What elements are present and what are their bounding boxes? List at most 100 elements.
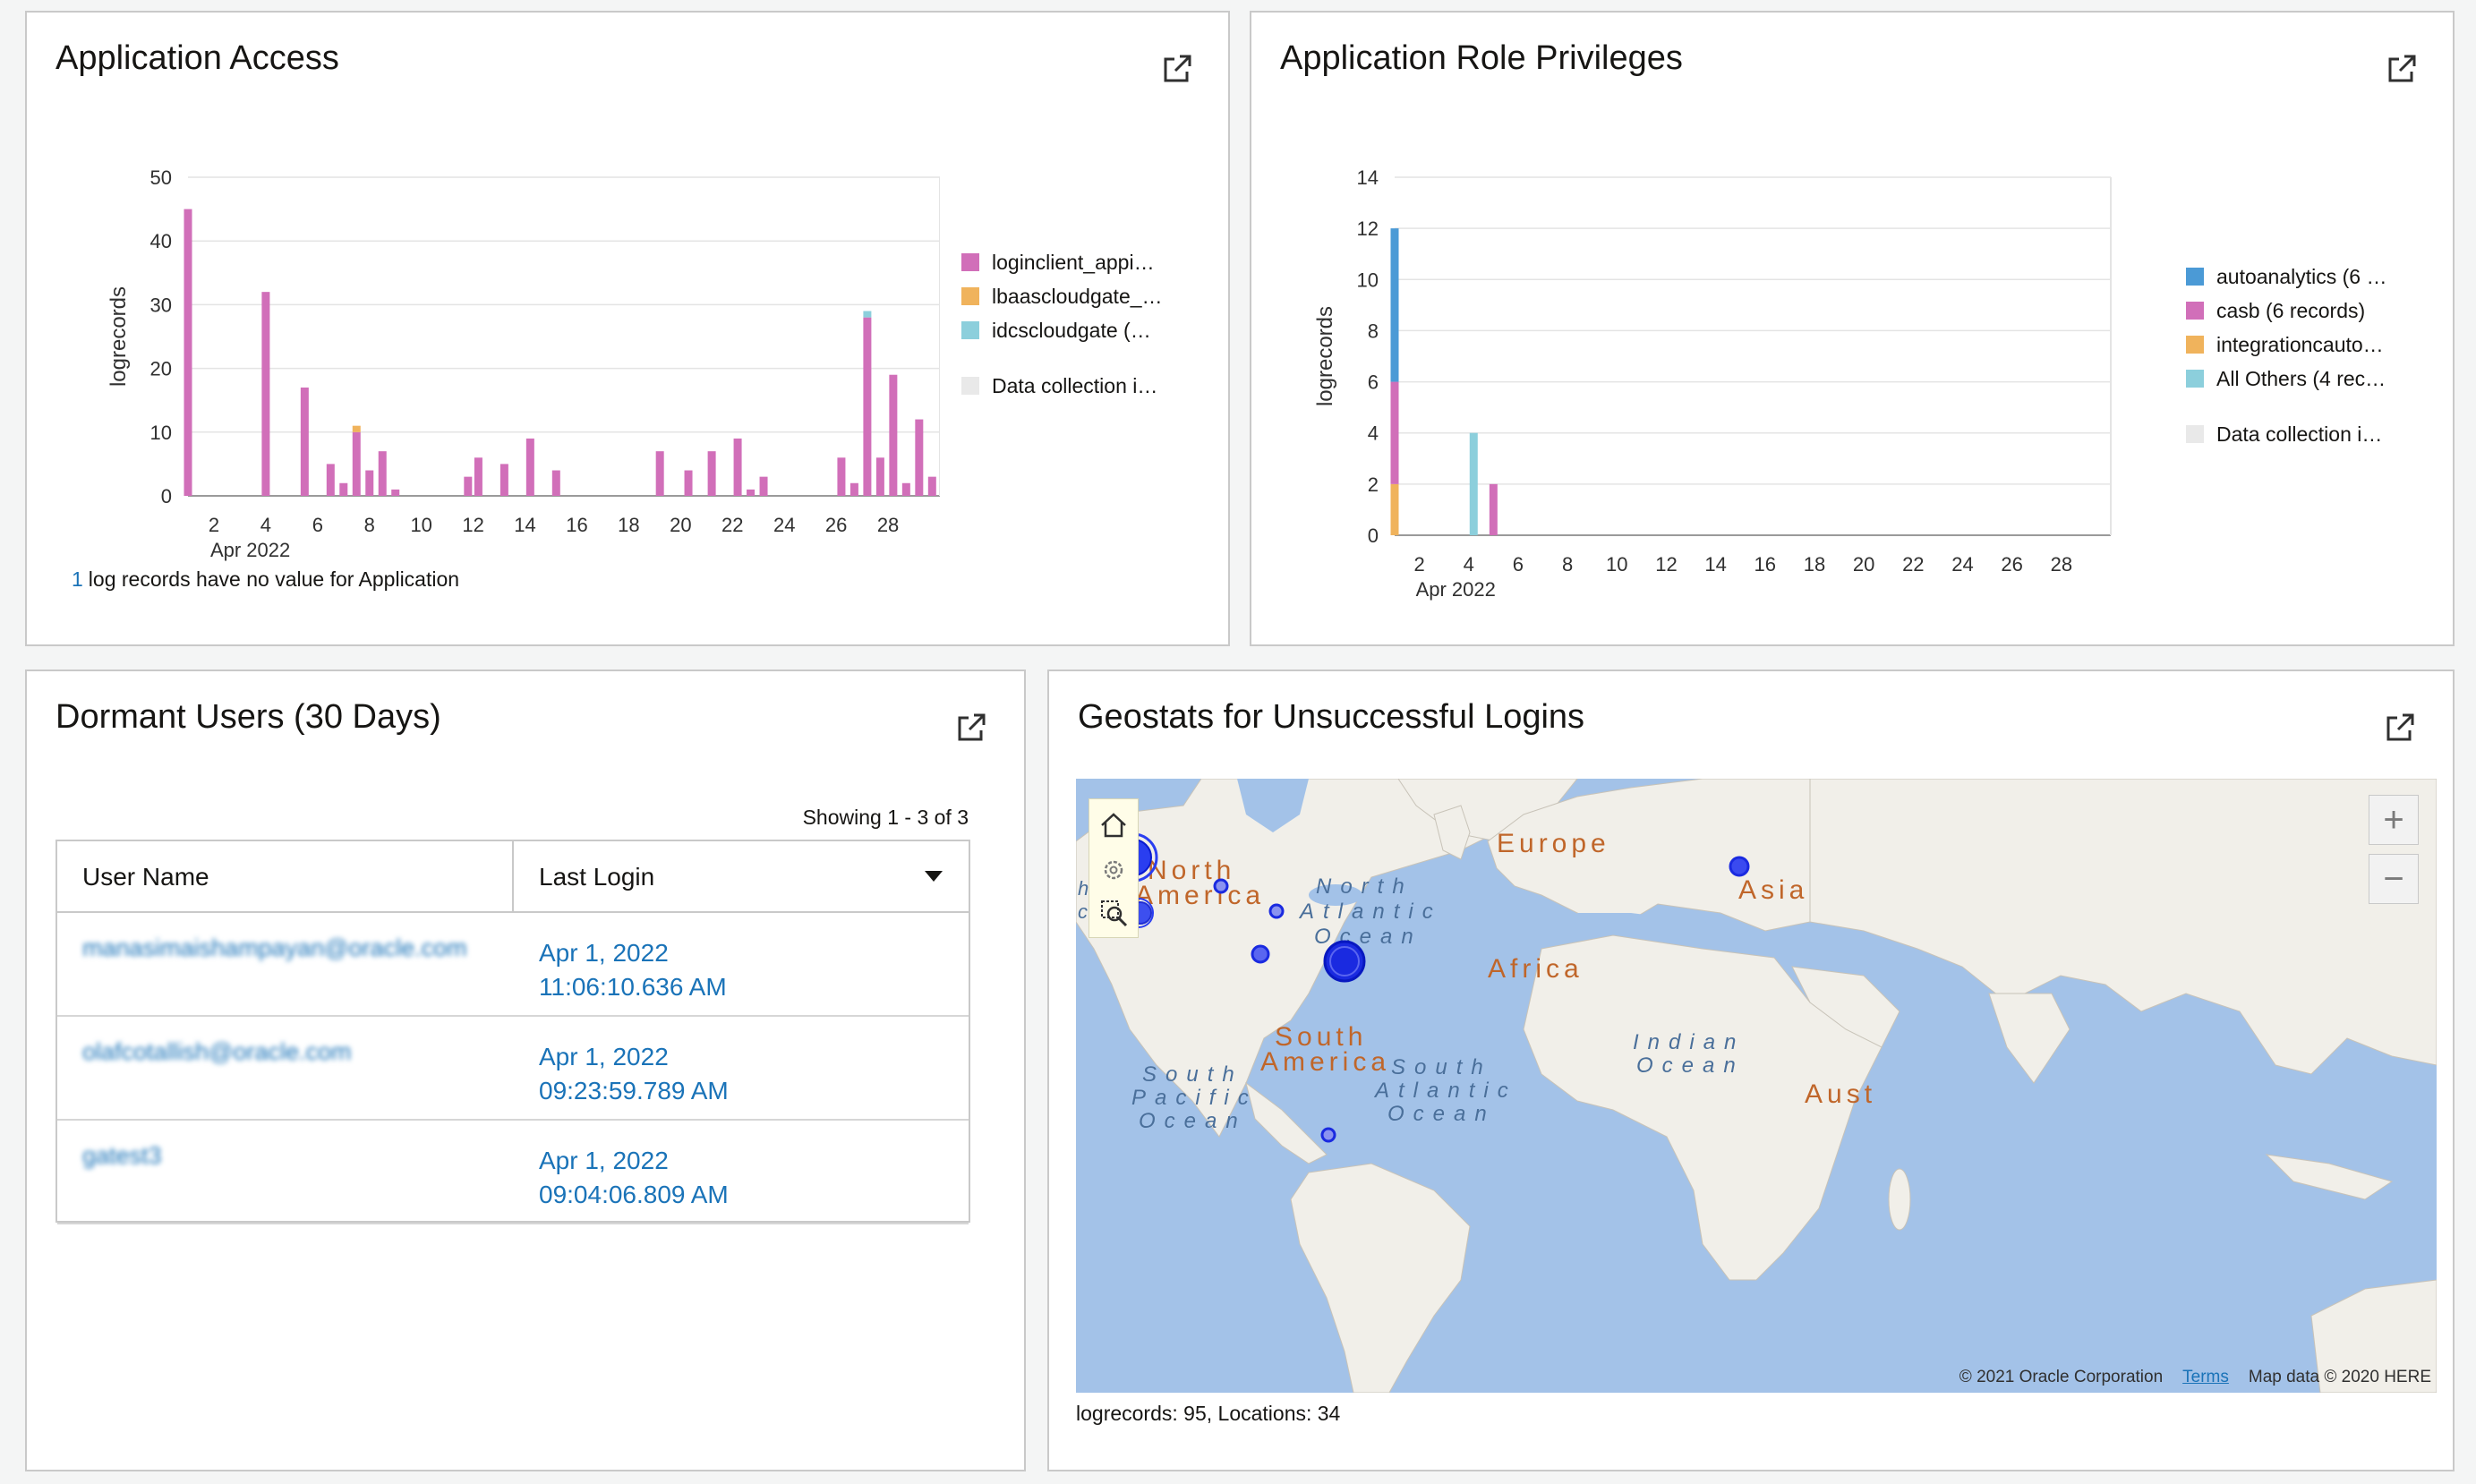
label-south-america: America: [1260, 1047, 1390, 1077]
bar: [837, 457, 846, 496]
y-tick-label: 20: [150, 358, 172, 380]
x-tick-label: 24: [1951, 553, 1973, 576]
open-external-icon[interactable]: [2383, 711, 2417, 745]
x-axis-sublabel: Apr 2022: [210, 539, 290, 561]
map-credits: © 2021 Oracle Corporation Terms Map data ©…: [1959, 1368, 2431, 1387]
legend-label: idcscloudgate (…: [992, 318, 1151, 342]
map-data-credit: Map data © 2020 HERE: [2248, 1368, 2431, 1386]
results-count: Showing 1 - 3 of 3: [802, 806, 969, 829]
label-australia: Aust: [1805, 1079, 1876, 1109]
legend-item[interactable]: All Others (4 rec…: [2186, 362, 2386, 396]
world-map[interactable]: North America Europe Asia Africa South A…: [1076, 779, 2437, 1393]
user-name-link[interactable]: gatest3: [82, 1142, 162, 1170]
bar: [326, 464, 335, 496]
location-marker[interactable]: [1213, 878, 1229, 894]
label-south-atlantic-3: Ocean: [1387, 1102, 1496, 1126]
label-north-atlantic-1: North: [1316, 874, 1413, 899]
login-date: Apr 1, 2022: [539, 939, 669, 967]
bar: [474, 457, 482, 496]
x-tick-label: 28: [877, 514, 899, 536]
x-tick-label: 8: [1562, 553, 1573, 576]
legend-item[interactable]: autoanalytics (6 …: [2186, 260, 2386, 294]
legend-label: autoanalytics (6 …: [2216, 264, 2387, 288]
open-external-icon[interactable]: [1160, 52, 1194, 86]
legend-item[interactable]: casb (6 records): [2186, 294, 2386, 328]
application-access-panel: Application Access 0 10 20 30 40 50 2 4 6 8 10 12 14…: [25, 11, 1230, 646]
bar: [300, 387, 309, 496]
y-axis-label: logrecords: [1313, 306, 1337, 406]
legend-swatch: [2186, 370, 2204, 388]
label-africa: Africa: [1488, 954, 1584, 984]
terms-link[interactable]: Terms: [2182, 1368, 2229, 1386]
x-tick-label: 24: [773, 514, 795, 536]
chart-legend: loginclient_appi… lbaascloudgate_… idcsc…: [961, 245, 1163, 403]
bar: [655, 451, 664, 496]
legend-label: casb (6 records): [2216, 298, 2366, 322]
panel-title: Application Role Privileges: [1280, 39, 1683, 77]
sort-descending-icon[interactable]: [922, 865, 945, 888]
y-tick-label: 12: [1357, 217, 1379, 240]
label-north-atlantic-2: Atlantic: [1298, 900, 1442, 924]
open-external-icon[interactable]: [2385, 52, 2419, 86]
label-south-atlantic-2: Atlantic: [1373, 1079, 1517, 1103]
location-marker[interactable]: [1320, 1127, 1336, 1143]
legend-item[interactable]: idcscloudgate (…: [961, 313, 1163, 347]
legend-item[interactable]: Data collection i…: [961, 369, 1163, 403]
panel-title: Dormant Users (30 Days): [55, 698, 441, 736]
user-name-link[interactable]: manasimaishampayan@oracle.com: [82, 934, 467, 962]
column-header-user-name[interactable]: User Name: [82, 863, 209, 891]
bar: [184, 209, 192, 496]
zoom-out-button[interactable]: −: [2369, 854, 2419, 904]
landmass-madagascar: [1888, 1168, 1911, 1231]
y-tick-label: 8: [1368, 320, 1379, 342]
legend-swatch: [2186, 268, 2204, 286]
column-header-last-login[interactable]: Last Login: [539, 863, 654, 891]
x-tick-label: 16: [566, 514, 587, 536]
login-date: Apr 1, 2022: [539, 1043, 669, 1070]
legend-item[interactable]: Data collection i…: [2186, 417, 2386, 451]
location-marker[interactable]: [1729, 856, 1750, 877]
location-marker[interactable]: [1251, 944, 1270, 964]
bar: [889, 374, 898, 496]
open-external-icon[interactable]: [954, 711, 988, 745]
home-icon[interactable]: [1098, 810, 1129, 840]
label-south-atlantic-1: South: [1391, 1055, 1492, 1079]
legend-label: lbaascloudgate_…: [992, 284, 1163, 308]
legend-swatch: [961, 253, 979, 271]
missing-count-link[interactable]: 1: [72, 567, 83, 591]
legend-item[interactable]: integrationcauto…: [2186, 328, 2386, 362]
legend-item[interactable]: loginclient_appi…: [961, 245, 1163, 279]
x-tick-label: 18: [618, 514, 639, 536]
legend-item[interactable]: lbaascloudgate_…: [961, 279, 1163, 313]
bar: [747, 489, 756, 496]
label-south-pacific-3: Ocean: [1139, 1109, 1247, 1133]
bar: [464, 476, 473, 496]
last-login-cell[interactable]: Apr 1, 2022 11:06:10.636 AM: [539, 936, 727, 1004]
x-tick-label: 20: [1853, 553, 1874, 576]
y-tick-label: 40: [150, 230, 172, 252]
login-time: 09:04:06.809 AM: [539, 1181, 729, 1208]
bar: [759, 476, 768, 496]
bar: [1469, 432, 1478, 535]
label-asia: Asia: [1738, 875, 1808, 905]
legend-swatch: [961, 287, 979, 305]
login-time: 09:23:59.789 AM: [539, 1077, 729, 1104]
x-tick-label: 6: [312, 514, 323, 536]
last-login-cell[interactable]: Apr 1, 2022 09:04:06.809 AM: [539, 1144, 729, 1212]
legend-swatch: [2186, 425, 2204, 443]
application-role-privileges-panel: Application Role Privileges 0 2 4 6 8 10 12 14 2…: [1250, 11, 2455, 646]
legend-label: loginclient_appi…: [992, 250, 1155, 274]
map-canvas[interactable]: North America Europe Asia Africa South A…: [1076, 779, 2437, 1393]
login-date: Apr 1, 2022: [539, 1147, 669, 1174]
settings-icon[interactable]: [1100, 857, 1127, 883]
location-marker[interactable]: [1268, 903, 1285, 919]
bar: [1390, 228, 1399, 382]
map-toolbar: [1089, 798, 1139, 938]
zoom-select-icon[interactable]: [1098, 898, 1129, 928]
user-name-link[interactable]: olafcotallish@oracle.com: [82, 1038, 352, 1066]
zoom-in-button[interactable]: +: [2369, 795, 2419, 845]
bar: [499, 464, 508, 496]
last-login-cell[interactable]: Apr 1, 2022 09:23:59.789 AM: [539, 1040, 729, 1108]
y-tick-label: 50: [150, 166, 172, 189]
chart-legend: autoanalytics (6 … casb (6 records) inte…: [2186, 260, 2386, 451]
